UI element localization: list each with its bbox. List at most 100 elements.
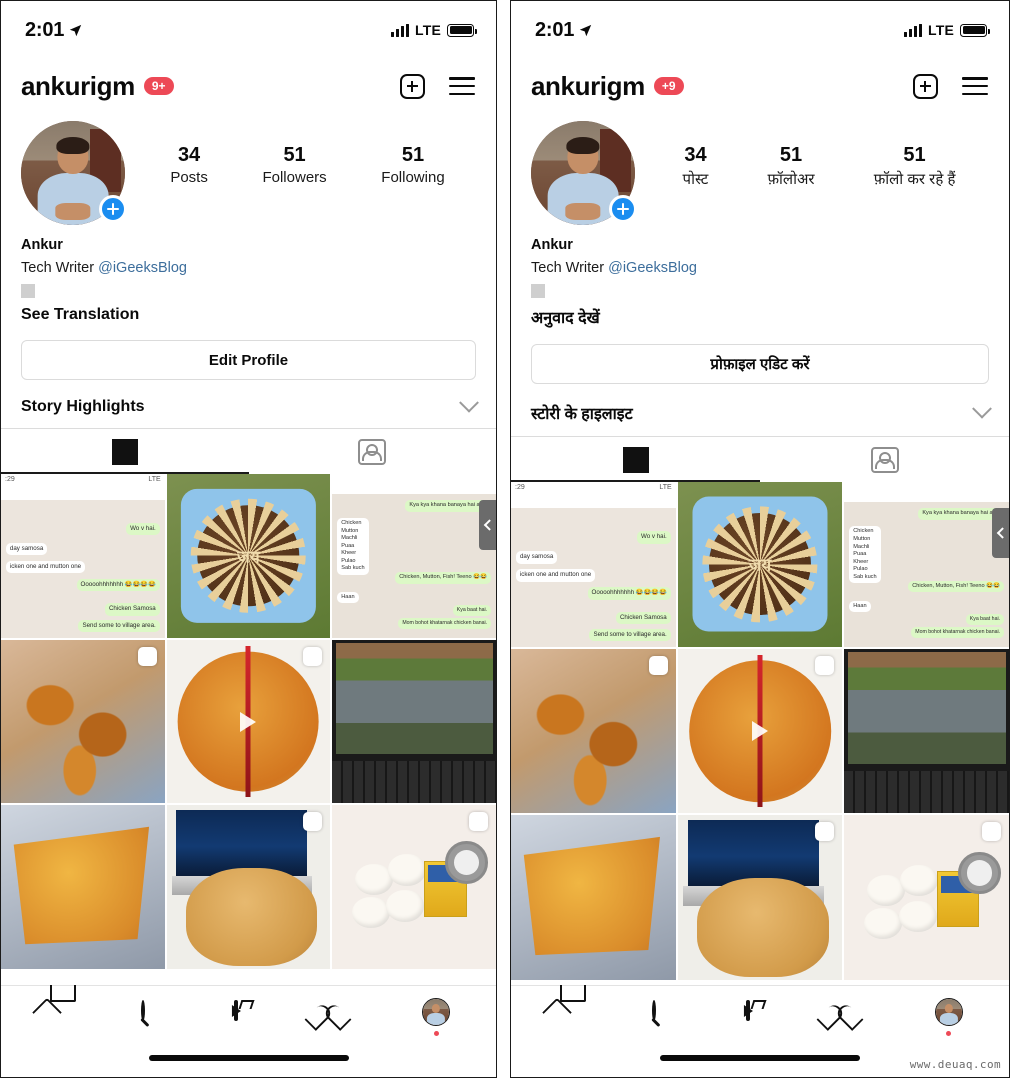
grid-post-6[interactable] — [844, 648, 1009, 814]
create-post-button[interactable] — [398, 72, 426, 100]
story-highlights-row[interactable]: Story Highlights — [1, 392, 496, 429]
bio-handle-link[interactable]: @iGeeksBlog — [608, 260, 697, 276]
edit-profile-button[interactable]: प्रोफ़ाइल एडिट करें — [531, 344, 989, 384]
stat-followers[interactable]: 51 फ़ॉलोअर — [767, 143, 814, 189]
grid-post-8[interactable] — [677, 815, 843, 981]
profile-summary: 34 Posts 51 Followers 51 Following — [1, 113, 496, 225]
nav-activity-button[interactable] — [840, 1002, 870, 1032]
profile-tabs — [1, 429, 496, 474]
nav-search-button[interactable] — [140, 1000, 171, 1032]
nav-home-button[interactable] — [47, 1002, 77, 1032]
site-watermark: www.deuaq.com — [909, 1058, 1001, 1071]
stat-label: पोस्ट — [682, 171, 709, 188]
menu-button[interactable] — [448, 72, 476, 100]
bio-emoji-placeholder — [531, 284, 545, 298]
nav-reels-button[interactable] — [234, 1000, 264, 1032]
grid-post-9[interactable] — [332, 805, 496, 970]
grid-post-1[interactable]: :29 LTE Wo v hai. day samosa icken one an… — [511, 482, 676, 647]
chevron-down-icon[interactable] — [459, 392, 479, 413]
profile-stats: 34 Posts 51 Followers 51 Following — [125, 121, 476, 186]
scroll-indicator — [992, 508, 1009, 558]
tab-tagged[interactable] — [249, 429, 497, 474]
stat-label: Posts — [170, 169, 208, 186]
bio-text: Tech Writer @iGeeksBlog — [531, 260, 989, 276]
nav-search-button[interactable] — [651, 1000, 682, 1032]
status-indicators: LTE — [903, 22, 990, 38]
battery-icon — [960, 23, 990, 37]
home-indicator — [148, 1055, 349, 1061]
stat-posts[interactable]: 34 Posts — [170, 143, 208, 186]
status-time: 2:01 — [535, 18, 575, 41]
grid-post-7[interactable] — [1, 805, 165, 970]
tab-grid[interactable] — [1, 429, 249, 474]
add-story-badge[interactable] — [609, 195, 637, 223]
stat-following[interactable]: 51 फ़ॉलो कर रहे हैं — [874, 143, 956, 189]
notification-dot — [946, 1031, 952, 1036]
posts-grid: :29 LTE Wo v hai. day samosa icken one an… — [1, 474, 496, 970]
grid-post-2[interactable]: जय — [677, 482, 843, 647]
nav-profile-button[interactable] — [422, 998, 451, 1036]
search-icon — [140, 1000, 145, 1021]
tab-tagged[interactable] — [760, 437, 1009, 482]
nav-profile-button[interactable] — [934, 998, 963, 1036]
unread-badge: 9+ — [143, 77, 174, 95]
grid-icon — [622, 446, 649, 473]
status-time: 2:01 — [25, 18, 65, 41]
see-translation-link[interactable]: See Translation — [21, 306, 476, 324]
add-story-badge[interactable] — [99, 195, 127, 223]
grid-post-2[interactable]: जय — [166, 474, 331, 638]
profile-username[interactable]: ankurigm — [531, 71, 645, 102]
signal-bars-icon — [390, 23, 409, 37]
stat-value: 51 — [779, 144, 803, 166]
stat-posts[interactable]: 34 पोस्ट — [683, 143, 709, 189]
battery-icon — [447, 23, 477, 37]
grid-post-7[interactable] — [511, 815, 676, 981]
chevron-down-icon[interactable] — [972, 398, 992, 419]
grid-post-5[interactable] — [166, 639, 331, 804]
stat-value: 51 — [283, 144, 306, 166]
play-icon — [240, 711, 257, 732]
nav-reels-button[interactable] — [745, 1000, 776, 1032]
create-post-button[interactable] — [911, 72, 939, 100]
hamburger-icon — [962, 77, 988, 95]
grid-post-5[interactable] — [677, 648, 843, 814]
nav-activity-button[interactable] — [328, 1002, 358, 1032]
grid-post-6[interactable] — [332, 639, 496, 804]
bio-display-name: Ankur — [531, 237, 573, 253]
profile-bio: Ankur Tech Writer @iGeeksBlog See Transl… — [1, 225, 496, 324]
bio-role: Tech Writer — [21, 260, 99, 276]
grid-post-3[interactable]: Kya kya khana banaya hai aaj? Chicken Mu… — [844, 482, 1009, 647]
network-label: LTE — [414, 22, 441, 38]
phone-screenshot-hindi: 2:01 LTE ankurigm +9 34 पोस्ट 51 फ़ॉलोअर… — [510, 0, 1010, 1078]
bio-handle-link[interactable]: @iGeeksBlog — [98, 260, 187, 276]
status-clock: 2:01 — [535, 19, 592, 42]
avatar[interactable] — [21, 121, 127, 225]
see-translation-link[interactable]: अनुवाद देखें — [531, 306, 989, 328]
bottom-navigation: www.deuaq.com — [511, 985, 1009, 1077]
grid-post-1[interactable]: :29 LTE Wo v hai. day samosa icken one an… — [1, 474, 165, 638]
profile-avatar-icon — [934, 998, 963, 1026]
grid-post-4[interactable] — [1, 639, 165, 804]
tab-grid[interactable] — [511, 437, 760, 482]
username-area[interactable]: ankurigm 9+ — [21, 71, 174, 102]
grid-post-9[interactable] — [844, 815, 1009, 981]
grid-post-4[interactable] — [511, 648, 676, 814]
menu-button[interactable] — [961, 72, 989, 100]
grid-post-8[interactable] — [166, 805, 331, 970]
stat-value: 51 — [903, 144, 926, 166]
grid-post-3[interactable]: Kya kya khana banaya hai aaj? Chicken Mu… — [332, 474, 496, 638]
location-arrow-icon — [580, 24, 592, 36]
profile-tabs — [511, 437, 1009, 482]
bottom-navigation — [1, 985, 496, 1077]
nav-home-button[interactable] — [557, 1002, 587, 1032]
profile-stats: 34 पोस्ट 51 फ़ॉलोअर 51 फ़ॉलो कर रहे हैं — [635, 121, 989, 189]
edit-profile-button[interactable]: Edit Profile — [21, 340, 476, 380]
story-highlights-row[interactable]: स्टोरी के हाइलाइट — [511, 398, 1009, 437]
status-clock: 2:01 — [25, 19, 82, 42]
stat-label: फ़ॉलो कर रहे हैं — [873, 171, 956, 188]
avatar[interactable] — [531, 121, 637, 225]
profile-username[interactable]: ankurigm — [21, 71, 135, 102]
stat-following[interactable]: 51 Following — [381, 143, 444, 186]
stat-followers[interactable]: 51 Followers — [262, 143, 326, 186]
username-area[interactable]: ankurigm +9 — [531, 71, 684, 102]
